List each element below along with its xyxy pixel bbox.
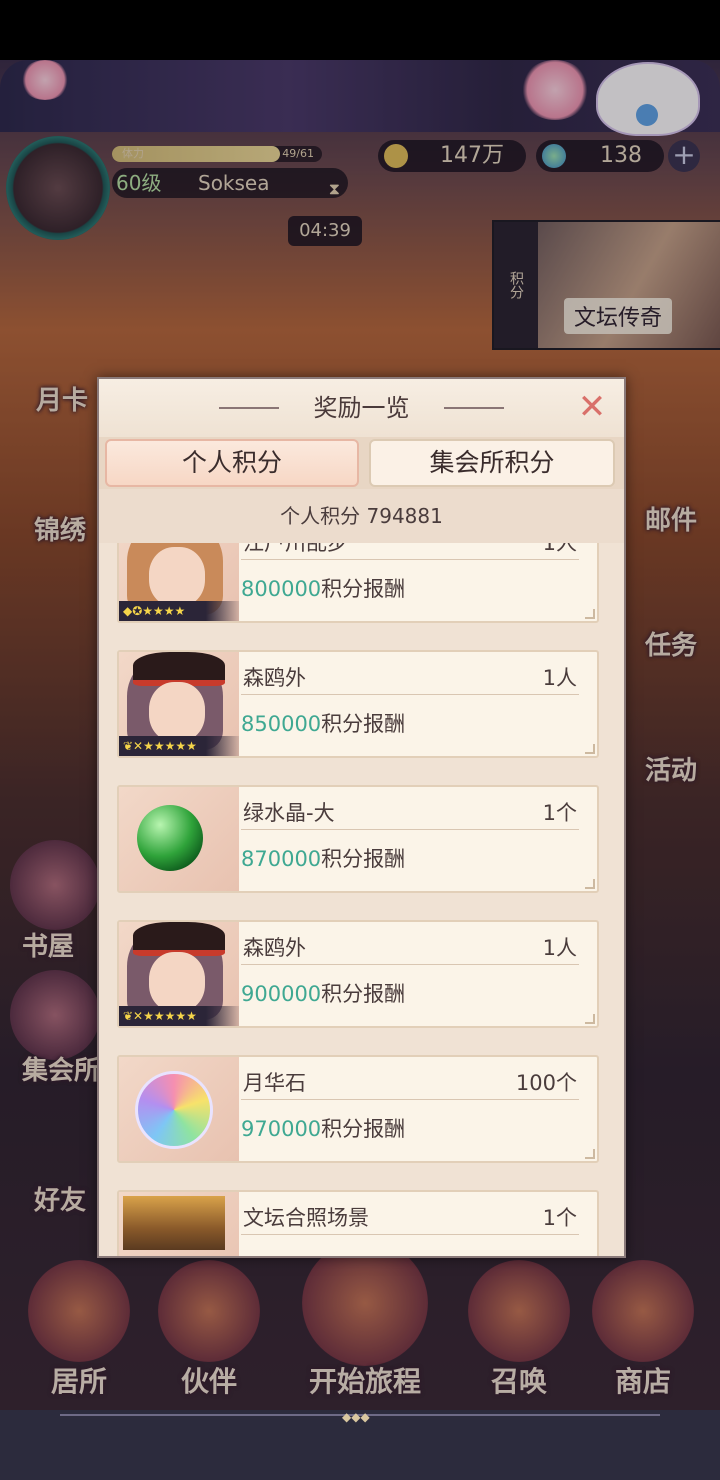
reward-qty: 1人 <box>542 666 577 690</box>
points-value: 900000 <box>241 982 322 1006</box>
reward-points: 850000积分报酬 <box>241 708 405 738</box>
corner-ornament <box>585 1014 595 1024</box>
navigation-bar: ◆◆◆ <box>0 1410 720 1480</box>
reward-thumb: ❦✕★★★★★ <box>119 922 239 1026</box>
rewards-modal: 奖励一览 ✕ 个人积分 集会所积分 个人积分 794881 ◆✪★★★★ 江户川… <box>97 377 626 1258</box>
reward-thumb <box>119 1192 239 1256</box>
ornament-icon: ◆◆◆ <box>342 1410 370 1424</box>
points-value: 970000 <box>241 1117 322 1141</box>
personal-score: 个人积分 794881 <box>99 489 624 543</box>
divider <box>241 694 579 695</box>
reward-item: 绿水晶-大 1个 870000积分报酬 <box>117 785 599 893</box>
modal-title: 奖励一览 <box>313 394 410 422</box>
points-suffix: 积分报酬 <box>321 847 406 871</box>
character-face <box>149 682 205 742</box>
reward-name: 森鸥外 <box>243 666 306 690</box>
rarity-stars-icon: ❦✕★★★★★ <box>119 1006 239 1026</box>
top-hat-icon <box>133 652 225 686</box>
reward-qty: 1人 <box>542 543 577 555</box>
corner-ornament <box>585 879 595 889</box>
divider <box>241 964 579 965</box>
reward-thumb <box>119 787 239 891</box>
reward-qty: 1个 <box>542 801 577 825</box>
points-suffix: 积分报酬 <box>321 982 406 1006</box>
close-icon[interactable]: ✕ <box>572 387 612 427</box>
corner-ornament <box>585 744 595 754</box>
modal-header: 奖励一览 ✕ <box>99 379 624 437</box>
reward-points: 970000积分报酬 <box>241 1113 405 1143</box>
reward-item: 文坛合照场景 1个 <box>117 1190 599 1256</box>
reward-points: 870000积分报酬 <box>241 843 405 873</box>
divider <box>241 829 579 830</box>
rarity-stars-icon: ❦✕★★★★★ <box>119 736 239 756</box>
green-crystal-icon <box>137 805 203 871</box>
character-face <box>149 952 205 1012</box>
reward-thumb: ◆✪★★★★ <box>119 543 239 621</box>
points-value: 870000 <box>241 847 322 871</box>
points-value: 850000 <box>241 712 322 736</box>
tab-bar: 个人积分 集会所积分 <box>99 437 624 489</box>
moonstone-icon <box>135 1071 213 1149</box>
points-value: 800000 <box>241 577 322 601</box>
points-suffix: 积分报酬 <box>321 1117 406 1141</box>
status-bar <box>0 0 720 60</box>
tab-club-points[interactable]: 集会所积分 <box>369 439 615 487</box>
divider <box>241 559 579 560</box>
reward-name: 月华石 <box>243 1071 306 1095</box>
scene-thumbnail-icon <box>123 1196 225 1250</box>
top-hat-icon <box>133 922 225 956</box>
reward-points: 900000积分报酬 <box>241 978 405 1008</box>
reward-item: 月华石 100个 970000积分报酬 <box>117 1055 599 1163</box>
reward-name: 文坛合照场景 <box>243 1206 369 1230</box>
rarity-stars-icon: ◆✪★★★★ <box>119 601 239 621</box>
reward-item: ❦✕★★★★★ 森鸥外 1人 900000积分报酬 <box>117 920 599 1028</box>
divider <box>241 1099 579 1100</box>
reward-name: 绿水晶-大 <box>243 801 335 825</box>
reward-qty: 1个 <box>542 1206 577 1230</box>
reward-thumb <box>119 1057 239 1161</box>
reward-item: ◆✪★★★★ 江户川乱步 1人 800000积分报酬 <box>117 543 599 623</box>
reward-name: 江户川乱步 <box>243 543 348 555</box>
reward-points: 800000积分报酬 <box>241 573 405 603</box>
reward-qty: 100个 <box>515 1071 577 1095</box>
points-suffix: 积分报酬 <box>321 577 406 601</box>
corner-ornament <box>585 1149 595 1159</box>
reward-qty: 1人 <box>542 936 577 960</box>
reward-thumb: ❦✕★★★★★ <box>119 652 239 756</box>
character-face <box>149 547 205 607</box>
reward-list[interactable]: ◆✪★★★★ 江户川乱步 1人 800000积分报酬 ❦✕★★★★★ 森鸥外 1… <box>99 543 624 1256</box>
reward-name: 森鸥外 <box>243 936 306 960</box>
reward-item: ❦✕★★★★★ 森鸥外 1人 850000积分报酬 <box>117 650 599 758</box>
points-suffix: 积分报酬 <box>321 712 406 736</box>
corner-ornament <box>585 609 595 619</box>
tab-personal-points[interactable]: 个人积分 <box>105 439 359 487</box>
divider <box>241 1234 579 1235</box>
